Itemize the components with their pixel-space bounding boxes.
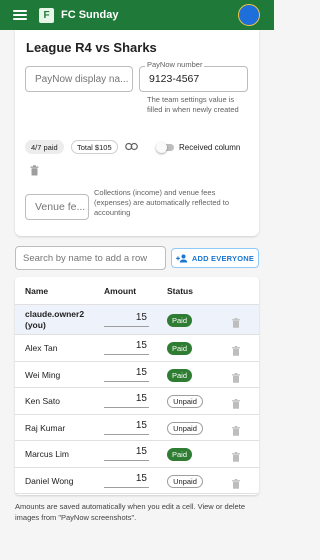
- app-bar: F FC Sunday: [0, 0, 274, 30]
- person-add-icon: [175, 254, 188, 262]
- trash-icon[interactable]: [232, 343, 240, 356]
- amount-input[interactable]: 15: [104, 473, 149, 488]
- table-row: Marcus Lim 15 Paid: [15, 441, 259, 468]
- trash-icon[interactable]: [232, 370, 240, 383]
- venue-fee-input[interactable]: Venue fe...: [25, 194, 89, 220]
- trash-icon[interactable]: [232, 396, 240, 409]
- status-badge[interactable]: Unpaid: [167, 421, 203, 435]
- trash-icon[interactable]: [232, 449, 240, 462]
- row-name: Daniel Wong: [25, 475, 74, 486]
- search-input[interactable]: Search by name to add a row: [15, 246, 166, 270]
- received-column-toggle[interactable]: [156, 141, 174, 153]
- add-everyone-button[interactable]: ADD EVERYONE: [171, 248, 259, 268]
- trash-icon[interactable]: [232, 476, 240, 489]
- status-badge[interactable]: Paid: [167, 342, 192, 355]
- table-row: Alex Tan 15 Paid: [15, 335, 259, 362]
- table-row: Daniel Wong 15 Unpaid: [15, 468, 259, 494]
- match-title: League R4 vs Sharks: [26, 40, 157, 55]
- row-name: Wei Ming: [25, 369, 61, 380]
- row-name: Raj Kumar: [25, 422, 66, 433]
- avatar[interactable]: [238, 4, 260, 26]
- trash-icon[interactable]: [232, 315, 240, 328]
- menu-icon[interactable]: [13, 10, 27, 20]
- status-badge[interactable]: Unpaid: [167, 474, 203, 488]
- paynow-helper-text: The team settings value is filled in whe…: [147, 95, 239, 114]
- link-icon[interactable]: [125, 142, 138, 151]
- app-title: FC Sunday: [61, 9, 119, 21]
- status-badge[interactable]: Paid: [167, 448, 192, 461]
- status-badge[interactable]: Paid: [167, 368, 192, 382]
- payments-table: Name Amount Status claude.owner2 (you) 15…: [15, 277, 259, 495]
- header-status: Status: [167, 286, 193, 296]
- amount-input[interactable]: 15: [104, 367, 149, 382]
- amount-input[interactable]: 15: [104, 340, 149, 355]
- row-name: claude.owner2 (you): [25, 309, 85, 330]
- row-name: Ken Sato: [25, 396, 60, 406]
- amount-input[interactable]: 15: [104, 312, 149, 327]
- row-name: Marcus Lim: [25, 449, 69, 459]
- table-row: Wei Ming 15 Paid: [15, 362, 259, 388]
- match-card: League R4 vs Sharks PayNow display na...…: [15, 30, 259, 236]
- app-logo: F: [39, 7, 54, 23]
- status-badge[interactable]: Unpaid: [167, 395, 203, 408]
- table-row: claude.owner2 (you) 15 Paid: [15, 305, 259, 335]
- amount-input[interactable]: 15: [104, 420, 149, 435]
- paynow-number-label: PayNow number: [145, 60, 205, 69]
- row-name: Alex Tan: [25, 343, 58, 353]
- footer-note: Amounts are saved automatically when you…: [15, 502, 245, 522]
- paynow-display-name-input[interactable]: PayNow display na...: [25, 66, 133, 92]
- header-amount: Amount: [104, 286, 137, 296]
- search-placeholder: Search by name to add a row: [23, 252, 148, 264]
- status-badge[interactable]: Paid: [167, 314, 192, 327]
- trash-icon[interactable]: [232, 423, 240, 436]
- paynow-display-name-placeholder: PayNow display na...: [35, 73, 129, 85]
- table-header: Name Amount Status: [15, 277, 259, 305]
- amount-input[interactable]: 15: [104, 393, 149, 408]
- trash-icon[interactable]: [30, 165, 39, 176]
- venue-helper-text: Collections (income) and venue fees (exp…: [94, 188, 230, 217]
- add-everyone-label: ADD EVERYONE: [191, 253, 255, 263]
- header-name: Name: [25, 286, 49, 296]
- table-row: Raj Kumar 15 Unpaid: [15, 415, 259, 441]
- total-chip: Total $105: [71, 140, 118, 154]
- table-row: Ken Sato 15 Unpaid: [15, 388, 259, 415]
- paynow-number-input[interactable]: 9123-4567: [139, 66, 248, 92]
- received-column-label: Received column: [179, 143, 241, 152]
- paynow-number-value: 9123-4567: [149, 73, 200, 85]
- paid-count-chip: 4/7 paid: [25, 140, 64, 154]
- amount-input[interactable]: 15: [104, 446, 149, 461]
- venue-fee-placeholder: Venue fe...: [35, 201, 86, 213]
